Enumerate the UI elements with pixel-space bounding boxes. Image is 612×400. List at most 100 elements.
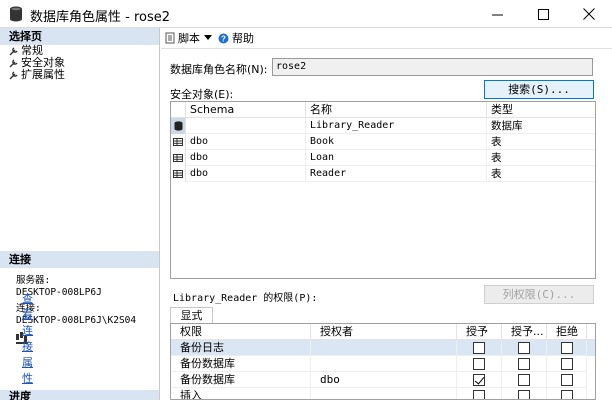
svg-text:?: ? <box>221 34 226 43</box>
deny-checkbox[interactable] <box>561 390 573 399</box>
permissions-table: 权限 授权者 授予 授予... 拒绝 备份日志 备份数据库 备份数据库 dbo <box>170 323 596 400</box>
type-cell: 表 <box>487 166 595 182</box>
grant-checkbox[interactable] <box>473 358 485 370</box>
table-row[interactable]: 备份日志 <box>171 340 595 356</box>
deny-cell <box>547 340 587 356</box>
row-header-corner <box>171 102 186 118</box>
table-row[interactable]: Library_Reader 数据库 <box>171 118 595 134</box>
securables-table: Schema 名称 类型 Library_Reader 数据库 dbo Book… <box>170 101 596 279</box>
table-row[interactable]: dbo Reader 表 <box>171 166 595 182</box>
tab-explicit[interactable]: 显式 <box>170 307 213 323</box>
close-button[interactable] <box>566 0 612 28</box>
role-name-field[interactable]: rose2 <box>272 58 593 76</box>
table-row[interactable]: 备份数据库 <box>171 356 595 372</box>
grant-cell <box>457 340 502 356</box>
name-cell: Loan <box>306 150 487 166</box>
grant-checkbox[interactable] <box>473 374 485 386</box>
minimize-button[interactable] <box>474 0 520 28</box>
table-row[interactable]: dbo Loan 表 <box>171 150 595 166</box>
deny-cell <box>547 356 587 372</box>
help-button[interactable]: ? 帮助 <box>218 30 254 46</box>
column-header[interactable]: Schema <box>186 102 306 118</box>
with-grant-cell <box>502 356 547 372</box>
name-cell: Book <box>306 134 487 150</box>
script-icon <box>165 32 175 44</box>
grant-cell <box>457 356 502 372</box>
wrench-icon <box>9 59 18 68</box>
search-button[interactable]: 搜索(S)... <box>484 80 594 99</box>
page-item-extended-properties[interactable]: 扩展属性 <box>9 69 65 81</box>
column-header[interactable]: 拒绝 <box>547 324 587 340</box>
column-header[interactable]: 类型 <box>487 102 595 118</box>
with-grant-checkbox[interactable] <box>518 374 530 386</box>
grantor-cell <box>311 356 457 372</box>
chevron-down-icon <box>204 35 212 40</box>
help-icon: ? <box>218 33 229 43</box>
connection-value: DESKTOP-008LP6J\K2S04 <box>16 315 137 326</box>
row-header[interactable] <box>171 150 186 166</box>
close-icon <box>583 8 595 20</box>
title-bar: 数据库角色属性 - rose2 <box>0 0 612 28</box>
left-pane: 选择页 常规 安全对象 扩展属性 连接 服务器: DESKTOP-008LP6J… <box>0 28 160 400</box>
row-header[interactable] <box>171 166 186 182</box>
permission-cell: 备份数据库 <box>171 372 311 388</box>
table-header: 权限 授权者 授予 授予... 拒绝 <box>171 324 595 340</box>
toolbar: 脚本 ? 帮助 <box>161 28 612 48</box>
grant-checkbox[interactable] <box>473 342 485 354</box>
connection-header: 连接 <box>0 251 159 268</box>
column-header[interactable]: 授予... <box>502 324 547 340</box>
grantor-cell <box>311 388 457 399</box>
maximize-icon <box>537 8 549 20</box>
deny-checkbox[interactable] <box>561 342 573 354</box>
table-row[interactable]: dbo Book 表 <box>171 134 595 150</box>
schema-cell: dbo <box>186 150 306 166</box>
securables-label: 安全对象(E): <box>170 88 234 101</box>
permission-cell: 备份数据库 <box>171 356 311 372</box>
grant-cell <box>457 388 502 399</box>
schema-cell: dbo <box>186 166 306 182</box>
grant-checkbox[interactable] <box>473 390 485 399</box>
table-row[interactable]: 插入 <box>171 388 595 399</box>
with-grant-checkbox[interactable] <box>518 390 530 399</box>
deny-cell <box>547 388 587 399</box>
table-row[interactable]: 备份数据库 dbo <box>171 372 595 388</box>
with-grant-cell <box>502 340 547 356</box>
with-grant-checkbox[interactable] <box>518 358 530 370</box>
grant-cell <box>457 372 502 388</box>
progress-header: 进度 <box>0 390 159 400</box>
deny-cell <box>547 372 587 388</box>
with-grant-cell <box>502 372 547 388</box>
type-cell: 表 <box>487 150 595 166</box>
column-header[interactable]: 权限 <box>171 324 311 340</box>
with-grant-checkbox[interactable] <box>518 342 530 354</box>
wrench-icon <box>9 71 18 80</box>
table-icon <box>173 170 183 178</box>
table-icon <box>173 138 183 146</box>
maximize-button[interactable] <box>520 0 566 28</box>
table-header: Schema 名称 类型 <box>171 102 595 118</box>
toolbar-divider <box>161 48 612 49</box>
schema-cell <box>186 118 306 134</box>
grantor-cell: dbo <box>311 372 457 388</box>
row-header[interactable] <box>171 118 186 134</box>
name-cell: Reader <box>306 166 487 182</box>
row-header[interactable] <box>171 134 186 150</box>
deny-checkbox[interactable] <box>561 358 573 370</box>
name-cell: Library_Reader <box>306 118 487 134</box>
server-label: 服务器: <box>16 275 51 286</box>
wrench-icon <box>9 47 18 56</box>
database-icon <box>10 6 22 22</box>
column-permissions-button[interactable]: 列权限(C)... <box>484 285 594 304</box>
script-button[interactable]: 脚本 <box>165 30 212 46</box>
grantor-cell <box>311 340 457 356</box>
window-title: 数据库角色属性 - rose2 <box>30 10 171 25</box>
type-cell: 表 <box>487 134 595 150</box>
deny-checkbox[interactable] <box>561 374 573 386</box>
column-header[interactable]: 授予 <box>457 324 502 340</box>
minimize-icon <box>491 14 503 15</box>
table-icon <box>173 154 183 162</box>
column-header[interactable]: 授权者 <box>311 324 457 340</box>
column-header[interactable]: 名称 <box>306 102 487 118</box>
view-connection-properties-link[interactable]: 查看连接属性 <box>16 292 33 385</box>
type-cell: 数据库 <box>487 118 595 134</box>
